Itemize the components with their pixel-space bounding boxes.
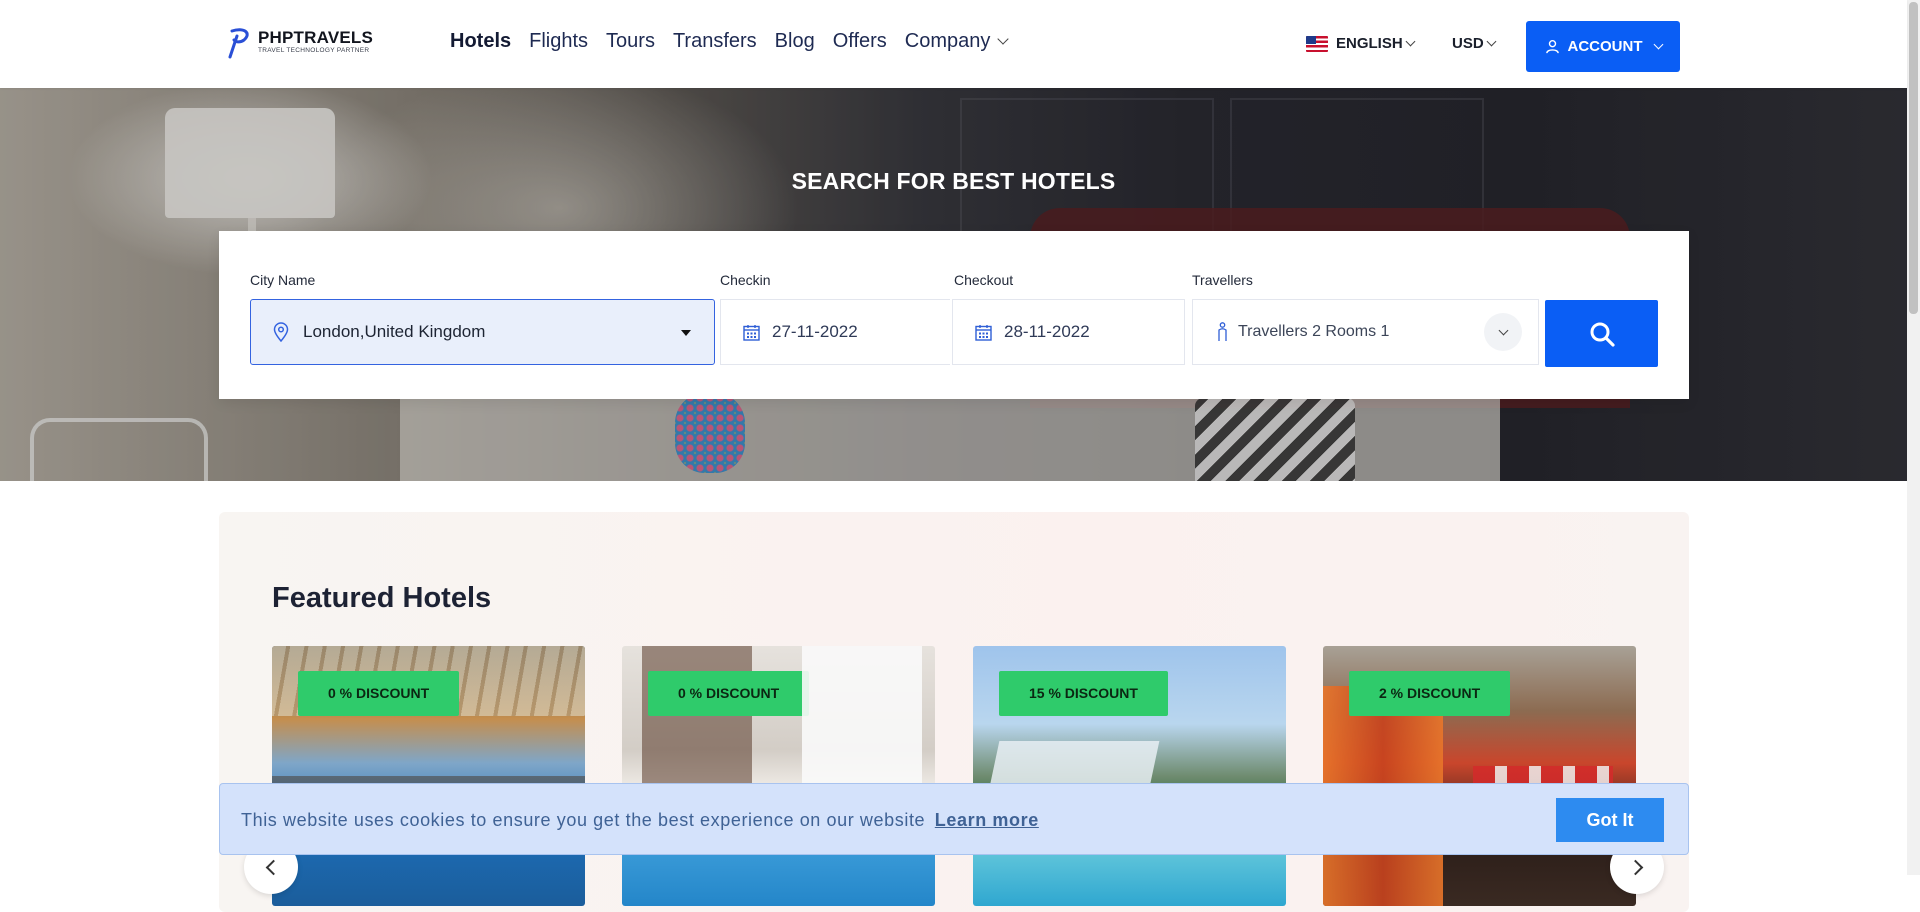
chevron-down-icon [1653,39,1663,50]
account-button[interactable]: ACCOUNT [1526,21,1680,72]
currency-selector[interactable]: USD [1452,35,1497,52]
top-navbar: PHPTRAVELS TRAVEL TECHNOLOGY PARTNER Hot… [0,0,1907,88]
calendar-icon [743,324,760,341]
checkin-value: 27-11-2022 [772,322,858,341]
checkout-value: 28-11-2022 [1004,322,1090,341]
us-flag-icon [1306,35,1328,52]
calendar-icon [975,324,992,341]
nav-hotels[interactable]: Hotels [450,30,511,53]
chevron-down-icon [1486,36,1497,47]
scrollbar-thumb[interactable] [1909,2,1918,314]
featured-hotels-title: Featured Hotels [272,582,492,614]
city-label: City Name [250,272,316,288]
nav-flights[interactable]: Flights [529,30,588,53]
chevron-left-icon [265,859,281,875]
user-icon [1545,39,1559,54]
logo-tagline: TRAVEL TECHNOLOGY PARTNER [258,47,370,54]
travellers-value: Travellers 2 Rooms 1 [1238,323,1390,340]
main-nav: Hotels Flights Tours Transfers Blog Offe… [450,30,1010,53]
logo-name: PHPTRAVELS [258,28,374,47]
person-icon [1218,322,1227,341]
checkout-date-input[interactable]: 28-11-2022 [952,299,1185,365]
logo[interactable]: PHPTRAVELS TRAVEL TECHNOLOGY PARTNER [226,26,376,60]
discount-badge: 0 % DISCOUNT [298,671,460,716]
hero-title: SEARCH FOR BEST HOTELS [791,168,1116,194]
hotel-search-form: City Name London,United Kingdom Checkin … [219,231,1689,399]
travellers-label: Travellers [1192,272,1253,288]
hotel-card[interactable]: 2 % DISCOUNT [1323,646,1636,906]
language-selector[interactable]: ENGLISH [1306,35,1416,52]
travellers-dropdown[interactable]: Travellers 2 Rooms 1 [1192,299,1539,365]
currency-label: USD [1452,35,1484,52]
nav-blog[interactable]: Blog [775,30,815,53]
hotel-card[interactable]: 0 % DISCOUNT [622,646,935,906]
discount-badge: 2 % DISCOUNT [1349,671,1511,716]
account-label: ACCOUNT [1567,38,1643,55]
cookie-message: This website uses cookies to ensure you … [241,810,1039,831]
search-button[interactable] [1545,300,1658,367]
cookie-text: This website uses cookies to ensure you … [241,810,926,830]
checkin-label: Checkin [720,272,771,288]
nav-company[interactable]: Company [904,30,1010,53]
hotel-card[interactable]: 0 % DISCOUNT [272,646,585,906]
location-pin-icon [273,322,289,342]
cookie-learn-more-link[interactable]: Learn more [935,810,1039,830]
chevron-right-icon [1627,859,1643,875]
chevron-down-icon [1498,325,1508,335]
hotel-card[interactable]: 15 % DISCOUNT [973,646,1286,906]
logo-icon [228,28,249,59]
discount-badge: 0 % DISCOUNT [648,671,810,716]
cookie-consent-bar: This website uses cookies to ensure you … [219,783,1689,855]
cookie-accept-button[interactable]: Got It [1556,798,1664,842]
city-value: London,United Kingdom [303,322,486,341]
nav-tours[interactable]: Tours [606,30,655,53]
nav-offers[interactable]: Offers [833,30,887,53]
nav-transfers[interactable]: Transfers [673,30,757,53]
city-select[interactable]: London,United Kingdom [250,299,715,365]
language-label: ENGLISH [1336,35,1403,52]
caret-down-icon [681,330,691,336]
travellers-toggle[interactable] [1484,313,1522,351]
page-scrollbar[interactable] [1907,0,1920,875]
nav-company-label: Company [904,30,991,52]
search-icon [1590,322,1615,347]
chevron-down-icon [1405,36,1416,47]
checkin-date-input[interactable]: 27-11-2022 [720,299,950,365]
discount-badge: 15 % DISCOUNT [999,671,1168,716]
checkout-label: Checkout [954,272,1014,288]
chevron-down-icon [997,33,1010,45]
